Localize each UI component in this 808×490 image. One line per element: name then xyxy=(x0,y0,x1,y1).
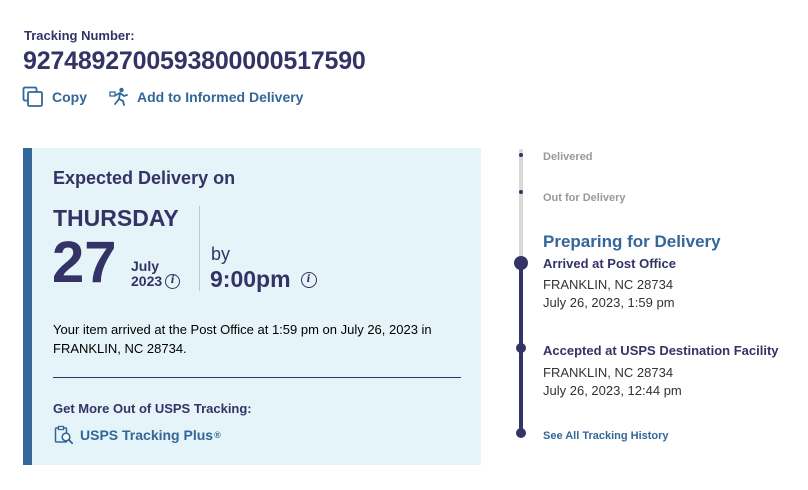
timeline-line-inactive xyxy=(519,149,523,261)
copy-label: Copy xyxy=(52,89,87,105)
card-divider xyxy=(53,377,461,378)
delivery-time-row: 9:00pm i xyxy=(210,266,317,293)
usps-tracking-plus-link[interactable]: USPS Tracking Plus ® xyxy=(54,425,221,445)
delivery-month: July xyxy=(131,258,160,274)
timeline-event-location: FRANKLIN, NC 28734 xyxy=(543,277,674,292)
tracking-plus-icon xyxy=(54,425,74,445)
tracking-number-label: Tracking Number: xyxy=(24,28,135,43)
delivery-time: 9:00pm xyxy=(210,266,291,292)
timeline-event-title: Arrived at Post Office xyxy=(543,256,676,271)
timeline-event-title: Accepted at USPS Destination Facility xyxy=(543,343,779,358)
expected-delivery-title: Expected Delivery on xyxy=(53,168,236,188)
timeline-event-datetime: July 26, 2023, 1:59 pm xyxy=(543,295,675,310)
timeline-step-out-for-delivery: Out for Delivery xyxy=(543,192,626,204)
timeline-step-delivered: Delivered xyxy=(543,151,593,163)
informed-delivery-icon xyxy=(109,87,128,106)
copy-icon xyxy=(22,86,43,107)
see-all-tracking-history-link[interactable]: See All Tracking History xyxy=(543,430,669,442)
delivery-year: 2023 xyxy=(131,273,163,289)
timeline-dot-current xyxy=(514,256,528,270)
timeline-dot xyxy=(516,343,526,353)
expected-delivery-card xyxy=(23,148,481,465)
timeline-dot-small xyxy=(519,153,523,157)
delivery-date: 27 xyxy=(52,230,117,295)
more-tracking-title: Get More Out of USPS Tracking: xyxy=(53,401,252,416)
info-icon[interactable]: i xyxy=(165,273,181,289)
tracking-number: 9274892700593800000517590 xyxy=(23,47,366,75)
tracking-plus-label: USPS Tracking Plus xyxy=(80,427,214,443)
tracking-actions: Copy Add to Informed Delivery xyxy=(22,86,303,108)
delivery-year-row: 2023 i xyxy=(131,273,181,289)
timeline-dot-small xyxy=(519,190,523,194)
delivery-day: THURSDAY xyxy=(53,205,179,231)
timeline-event-location: FRANKLIN, NC 28734 xyxy=(543,365,674,380)
registered-mark: ® xyxy=(214,430,221,440)
info-icon[interactable]: i xyxy=(300,271,317,288)
timeline-dot xyxy=(516,428,526,438)
timeline-event-datetime: July 26, 2023, 12:44 pm xyxy=(543,383,682,398)
copy-button[interactable]: Copy xyxy=(22,86,87,108)
add-informed-delivery-link[interactable]: Add to Informed Delivery xyxy=(109,87,303,107)
delivery-by-label: by xyxy=(211,244,231,264)
informed-delivery-label: Add to Informed Delivery xyxy=(137,89,304,105)
timeline-current-status: Preparing for Delivery xyxy=(543,232,721,251)
status-message: Your item arrived at the Post Office at … xyxy=(53,322,432,356)
date-time-divider xyxy=(199,206,200,291)
